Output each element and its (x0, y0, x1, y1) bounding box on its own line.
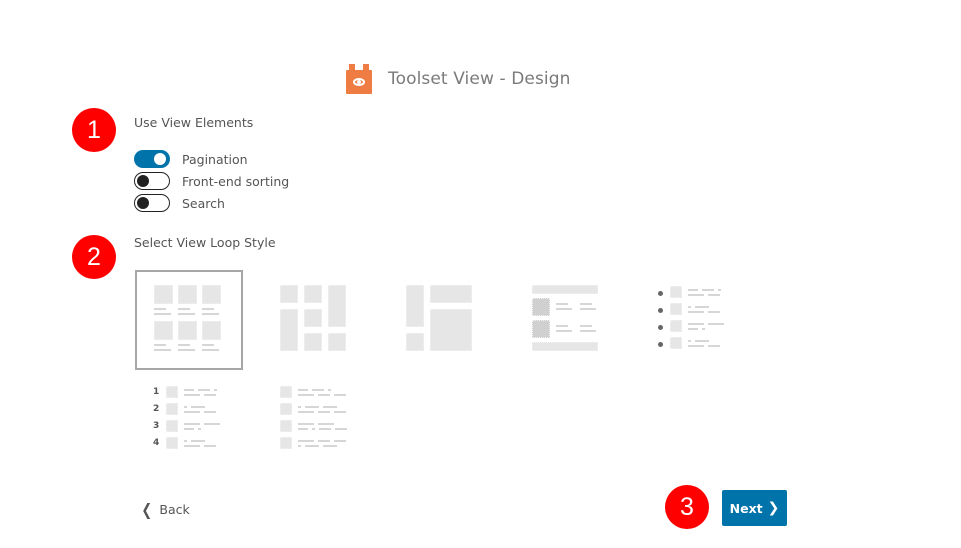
front-end-sorting-toggle[interactable] (134, 172, 170, 190)
list-number: 1 (153, 387, 160, 397)
loop-style-bootstrap-grid[interactable] (386, 270, 494, 370)
loop-style-unordered-list[interactable] (638, 270, 746, 370)
search-label: Search (182, 195, 225, 211)
search-toggle[interactable] (134, 194, 170, 212)
toolset-logo-icon (346, 64, 372, 94)
loop-style-masonry[interactable] (260, 270, 368, 370)
pagination-label: Pagination (182, 151, 248, 167)
view-elements-label: Use View Elements (134, 115, 254, 130)
loop-style-ordered-list[interactable]: 1 2 3 4 (135, 378, 243, 478)
step-badge-1: 1 (72, 108, 116, 152)
step-badge-3: 3 (665, 485, 709, 529)
back-label: Back (159, 501, 190, 517)
loop-style-label: Select View Loop Style (134, 235, 276, 250)
back-button[interactable]: ❮ Back (140, 498, 190, 520)
loop-style-unformatted-list[interactable] (260, 378, 368, 478)
chevron-left-icon: ❮ (141, 499, 153, 519)
loop-style-grid[interactable] (135, 270, 243, 370)
loop-style-table[interactable] (512, 270, 620, 370)
pagination-toggle[interactable] (134, 150, 170, 168)
step-badge-2: 2 (72, 235, 116, 279)
next-button[interactable]: Next ❯ (722, 490, 787, 526)
wizard-header: Toolset View - Design (346, 62, 570, 96)
list-number: 2 (153, 404, 160, 414)
list-number: 3 (153, 421, 160, 431)
toggle-row-sorting: Front-end sorting (134, 172, 289, 190)
list-number: 4 (153, 438, 160, 448)
toggle-row-search: Search (134, 194, 225, 212)
front-end-sorting-label: Front-end sorting (182, 173, 290, 189)
next-label: Next (729, 500, 763, 516)
chevron-right-icon: ❯ (767, 500, 780, 516)
toggle-row-pagination: Pagination (134, 150, 248, 168)
page-title: Toolset View - Design (388, 69, 571, 89)
